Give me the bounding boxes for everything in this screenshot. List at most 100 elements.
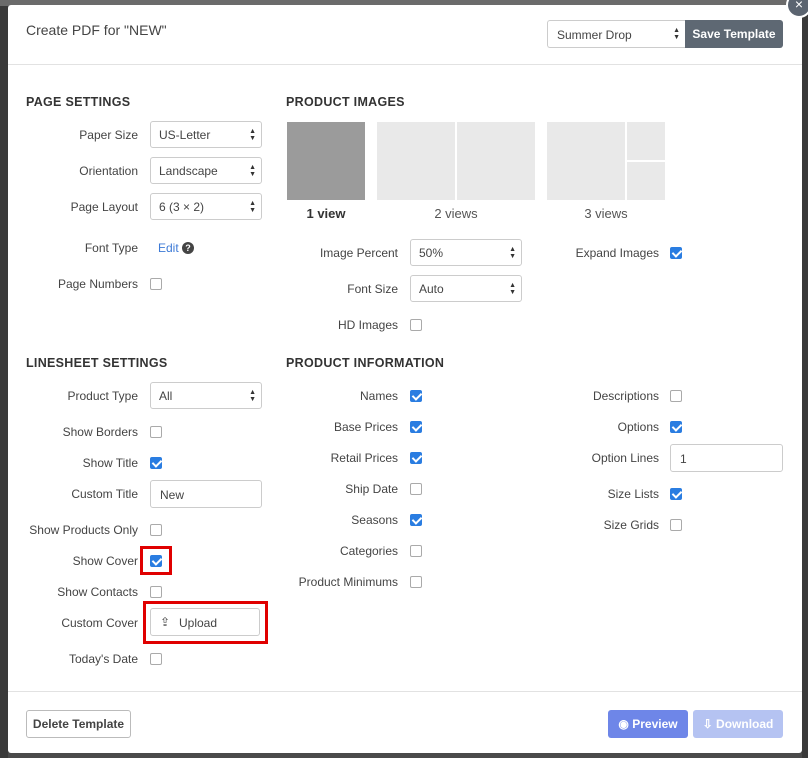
orientation-select[interactable]: Landscape ▲ ▼: [150, 157, 262, 184]
modal-title: Create PDF for "NEW": [26, 22, 167, 38]
names-label: Names: [359, 389, 398, 403]
three-view-thumbnail-bottom[interactable]: [627, 162, 665, 200]
preview-button[interactable]: ◉ Preview: [608, 710, 688, 738]
show-contacts-checkbox[interactable]: [150, 586, 162, 598]
help-icon[interactable]: ?: [182, 242, 194, 254]
page-layout-value: 6 (3 × 2): [159, 200, 205, 214]
options-label: Options: [617, 420, 659, 434]
show-products-only-label: Show Products Only: [29, 523, 138, 537]
upload-label: Upload: [179, 616, 218, 630]
seasons-label: Seasons: [351, 513, 398, 527]
custom-title-input[interactable]: New: [150, 480, 262, 508]
options-checkbox[interactable]: [670, 421, 682, 433]
linesheet-settings-heading: LINESHEET SETTINGS: [26, 356, 168, 370]
show-borders-label: Show Borders: [62, 425, 138, 439]
template-select[interactable]: Summer Drop ▲ ▼: [547, 20, 686, 48]
size-grids-label: Size Grids: [603, 518, 659, 532]
page-layout-select[interactable]: 6 (3 × 2) ▲ ▼: [150, 193, 262, 220]
paper-size-value: US-Letter: [159, 128, 211, 142]
orientation-label: Orientation: [79, 164, 138, 178]
product-type-select[interactable]: All ▲ ▼: [150, 382, 262, 409]
option-lines-label: Option Lines: [591, 451, 659, 465]
categories-checkbox[interactable]: [410, 545, 422, 557]
show-title-checkbox[interactable]: [150, 457, 162, 469]
select-arrows-icon: ▲ ▼: [509, 281, 516, 296]
retail-prices-label: Retail Prices: [330, 451, 398, 465]
show-products-only-checkbox[interactable]: [150, 524, 162, 536]
base-prices-label: Base Prices: [333, 420, 398, 434]
modal-header: Create PDF for "NEW" Summer Drop ▲ ▼ Save…: [8, 5, 802, 65]
backdrop-right: [802, 6, 808, 758]
option-lines-input[interactable]: 1: [670, 444, 783, 472]
product-minimums-checkbox[interactable]: [410, 576, 422, 588]
paper-size-select[interactable]: US-Letter ▲ ▼: [150, 121, 262, 148]
upload-button[interactable]: ⇪ Upload: [150, 608, 260, 636]
download-label: Download: [716, 717, 774, 731]
three-views-label[interactable]: 3 views: [547, 206, 665, 221]
three-view-thumbnail-main[interactable]: [547, 122, 625, 200]
ship-date-checkbox[interactable]: [410, 483, 422, 495]
product-minimums-label: Product Minimums: [298, 575, 398, 589]
cloud-download-icon: ⇩: [702, 717, 717, 731]
page-settings-heading: PAGE SETTINGS: [26, 95, 131, 109]
orientation-value: Landscape: [159, 164, 218, 178]
save-template-button[interactable]: Save Template: [685, 20, 783, 48]
seasons-checkbox[interactable]: [410, 514, 422, 526]
base-prices-checkbox[interactable]: [410, 421, 422, 433]
one-view-thumbnail[interactable]: [287, 122, 365, 200]
show-borders-checkbox[interactable]: [150, 426, 162, 438]
modal-footer: Delete Template ◉ Preview ⇩ Download: [8, 691, 802, 753]
eye-icon: ◉: [618, 717, 633, 731]
hd-images-checkbox[interactable]: [410, 319, 422, 331]
select-arrows-icon: ▲ ▼: [249, 163, 256, 178]
hd-images-label: HD Images: [337, 318, 398, 332]
font-type-edit-link[interactable]: Edit: [158, 241, 179, 255]
image-percent-value: 50%: [419, 246, 444, 260]
select-arrows-icon: ▲ ▼: [509, 245, 516, 260]
expand-images-checkbox[interactable]: [670, 247, 682, 259]
product-images-heading: PRODUCT IMAGES: [286, 95, 405, 109]
two-view-thumbnail-right[interactable]: [457, 122, 535, 200]
font-size-select[interactable]: Auto ▲ ▼: [410, 275, 522, 302]
image-percent-label: Image Percent: [319, 246, 398, 260]
todays-date-label: Today's Date: [69, 652, 138, 666]
size-grids-checkbox[interactable]: [670, 519, 682, 531]
page-numbers-label: Page Numbers: [57, 277, 138, 291]
paper-size-label: Paper Size: [79, 128, 138, 142]
product-information-heading: PRODUCT INFORMATION: [286, 356, 445, 370]
three-view-thumbnail-top[interactable]: [627, 122, 665, 160]
descriptions-checkbox[interactable]: [670, 390, 682, 402]
select-arrows-icon: ▲ ▼: [673, 27, 680, 41]
download-button[interactable]: ⇩ Download: [693, 710, 783, 738]
show-title-label: Show Title: [82, 456, 138, 470]
expand-images-label: Expand Images: [575, 246, 659, 260]
select-arrows-icon: ▲ ▼: [249, 127, 256, 142]
product-type-label: Product Type: [67, 389, 139, 403]
two-view-thumbnail-left[interactable]: [377, 122, 455, 200]
two-views-label[interactable]: 2 views: [377, 206, 535, 221]
backdrop-left: [0, 6, 8, 758]
font-size-value: Auto: [419, 282, 444, 296]
names-checkbox[interactable]: [410, 390, 422, 402]
template-select-value: Summer Drop: [557, 28, 632, 42]
size-lists-label: Size Lists: [607, 487, 659, 501]
preview-label: Preview: [632, 717, 678, 731]
delete-template-button[interactable]: Delete Template: [26, 710, 131, 738]
todays-date-checkbox[interactable]: [150, 653, 162, 665]
size-lists-checkbox[interactable]: [670, 488, 682, 500]
product-type-value: All: [159, 389, 173, 403]
page-layout-label: Page Layout: [70, 200, 138, 214]
descriptions-label: Descriptions: [592, 389, 659, 403]
cloud-upload-icon: ⇪: [160, 615, 171, 629]
ship-date-label: Ship Date: [345, 482, 398, 496]
categories-label: Categories: [339, 544, 398, 558]
image-percent-select[interactable]: 50% ▲ ▼: [410, 239, 522, 266]
retail-prices-checkbox[interactable]: [410, 452, 422, 464]
create-pdf-modal: Create PDF for "NEW" Summer Drop ▲ ▼ Save…: [8, 5, 802, 753]
custom-title-label: Custom Title: [71, 487, 138, 501]
one-view-label[interactable]: 1 view: [287, 206, 365, 221]
show-contacts-label: Show Contacts: [57, 585, 138, 599]
page-numbers-checkbox[interactable]: [150, 278, 162, 290]
show-cover-label: Show Cover: [72, 554, 138, 568]
show-cover-checkbox[interactable]: [150, 555, 162, 567]
